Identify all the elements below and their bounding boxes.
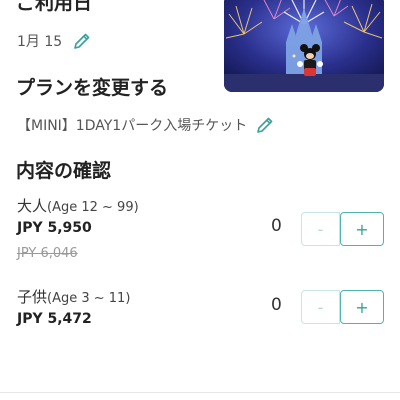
increment-button[interactable]: + <box>340 212 384 246</box>
plan-value: 【MINI】1DAY1パーク入場チケット <box>17 118 248 134</box>
confirm-section-title: 内容の確認 <box>16 160 112 182</box>
ticket-quantity: 0 <box>271 216 282 236</box>
ticket-original-price: JPY 6,046 <box>17 246 78 261</box>
ticket-name: 子供 <box>17 288 48 306</box>
date-row[interactable]: 1月 15 <box>17 30 92 52</box>
ticket-age-range: (Age 3 ~ 11) <box>47 291 131 306</box>
quantity-stepper: - + <box>301 290 384 324</box>
pencil-icon[interactable] <box>72 31 92 51</box>
ticket-name: 大人 <box>17 197 48 215</box>
quantity-stepper: - + <box>301 212 384 246</box>
date-value: 1月 15 <box>17 34 63 50</box>
castle-fireworks-image <box>224 0 384 92</box>
ticket-label: 子供(Age 3 ~ 11) <box>17 287 130 309</box>
ticket-age-range: (Age 12 ~ 99) <box>47 200 139 215</box>
ticket-row-adult: 大人(Age 12 ~ 99) JPY 5,950 JPY 6,046 0 - … <box>17 196 387 266</box>
ticket-quantity: 0 <box>271 295 282 315</box>
plan-row[interactable]: 【MINI】1DAY1パーク入場チケット <box>17 114 275 136</box>
decrement-button[interactable]: - <box>301 290 340 324</box>
ticket-row-child: 子供(Age 3 ~ 11) JPY 5,472 0 - + <box>17 287 387 333</box>
increment-button[interactable]: + <box>340 290 384 324</box>
pencil-icon[interactable] <box>255 115 275 135</box>
plan-section-title: プランを変更する <box>16 77 169 99</box>
ticket-label: 大人(Age 12 ~ 99) <box>17 196 139 218</box>
ticket-price: JPY 5,950 <box>17 220 92 236</box>
booking-page: ご利用日 1月 15 プランを変更する 【MINI】1DAY1パーク入場チケット… <box>0 0 400 400</box>
bottom-divider <box>0 392 400 393</box>
ticket-price: JPY 5,472 <box>17 311 92 327</box>
date-section-title: ご利用日 <box>16 0 93 14</box>
decrement-button[interactable]: - <box>301 212 340 246</box>
